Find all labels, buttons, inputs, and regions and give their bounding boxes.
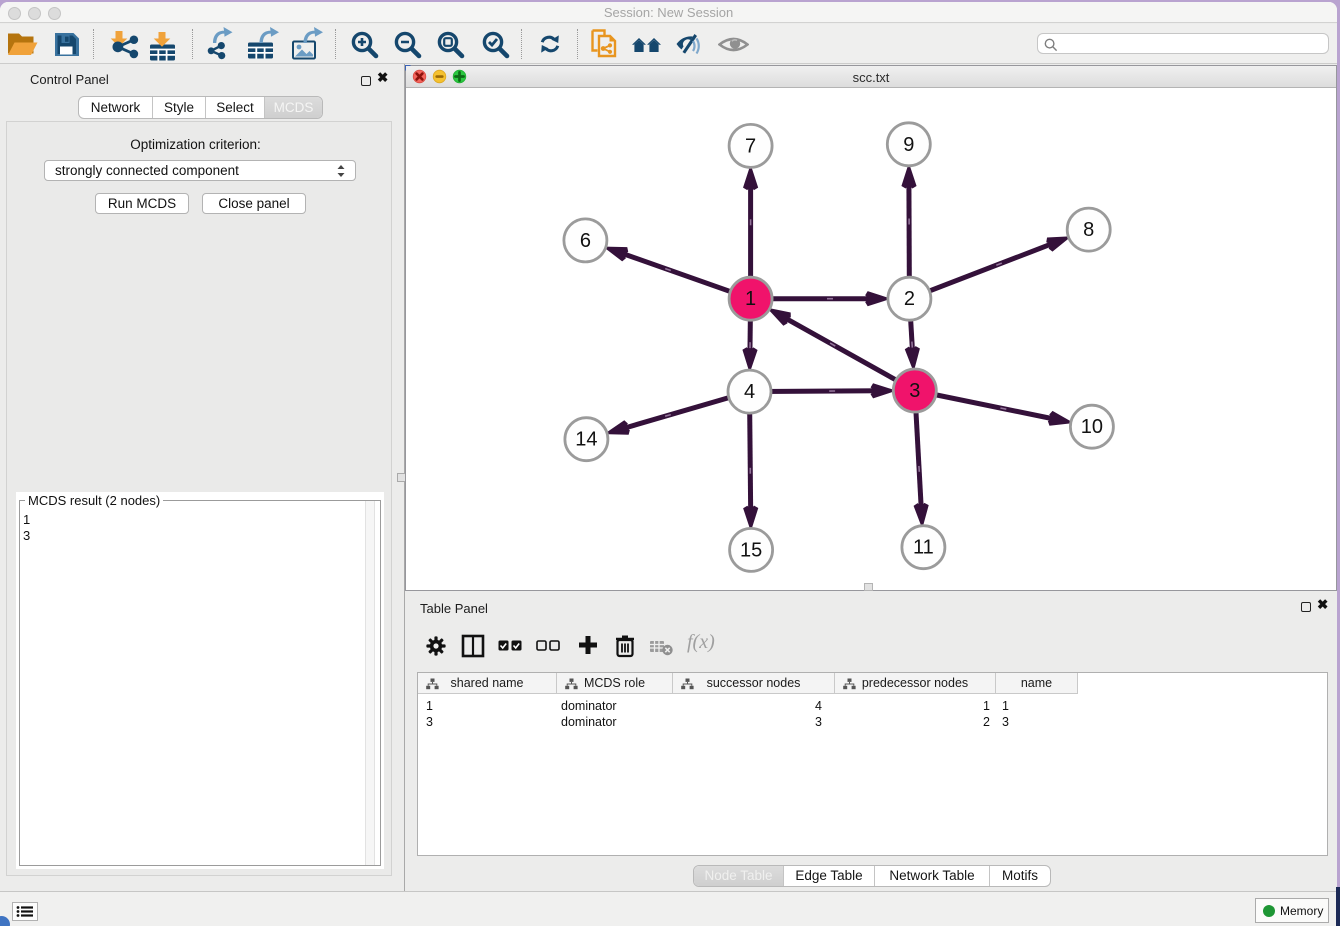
svg-text:15: 15 <box>740 539 762 561</box>
svg-text:4: 4 <box>744 381 755 403</box>
svg-text:11: 11 <box>913 537 934 559</box>
svg-text:10: 10 <box>1081 416 1103 438</box>
svg-text:9: 9 <box>903 134 914 156</box>
svg-text:2: 2 <box>904 288 915 310</box>
svg-text:3: 3 <box>909 380 920 402</box>
svg-text:7: 7 <box>745 135 756 157</box>
svg-text:14: 14 <box>575 429 597 451</box>
svg-text:8: 8 <box>1083 219 1094 241</box>
svg-text:6: 6 <box>580 230 591 252</box>
svg-text:1: 1 <box>745 288 756 310</box>
